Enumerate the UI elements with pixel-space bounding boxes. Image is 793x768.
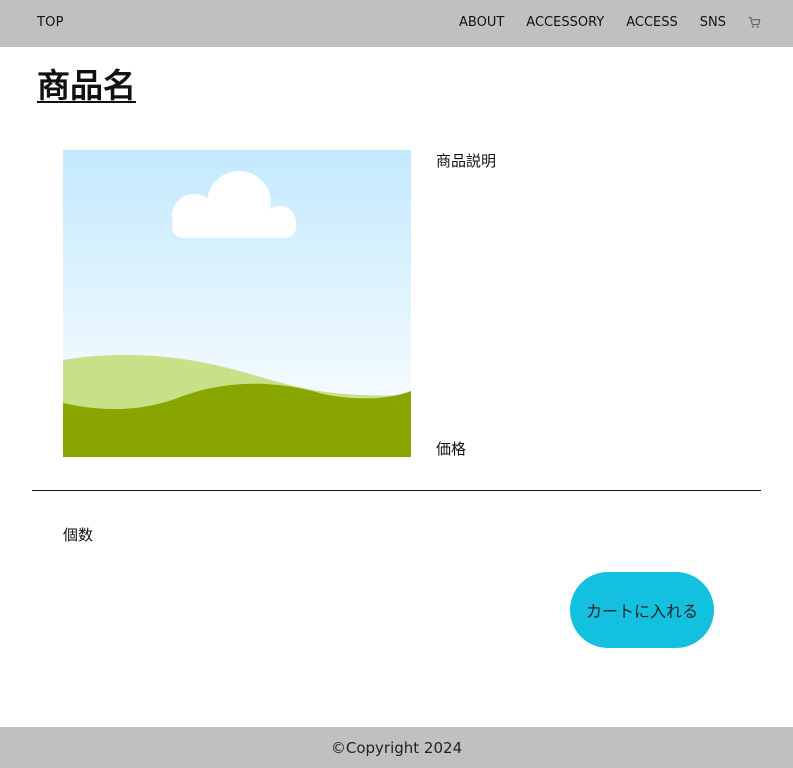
site-header: TOP ABOUT ACCESSORY ACCESS SNS xyxy=(0,0,793,47)
product-title: 商品名 xyxy=(37,66,136,105)
site-footer: ©Copyright 2024 xyxy=(0,727,793,768)
page: TOP ABOUT ACCESSORY ACCESS SNS 商品名 商品説明 … xyxy=(0,0,793,768)
main-nav: ABOUT ACCESSORY ACCESS SNS xyxy=(437,15,761,30)
top-link[interactable]: TOP xyxy=(37,15,64,30)
product-price-label: 価格 xyxy=(436,440,467,458)
nav-item-accessory[interactable]: ACCESSORY xyxy=(526,15,604,30)
copyright-text: ©Copyright 2024 xyxy=(330,738,463,757)
product-description-label: 商品説明 xyxy=(436,152,497,170)
nav-item-about[interactable]: ABOUT xyxy=(459,15,504,30)
section-divider xyxy=(32,490,761,491)
add-to-cart-button[interactable]: カートに入れる xyxy=(570,572,714,648)
nav-item-access[interactable]: ACCESS xyxy=(626,15,678,30)
product-image xyxy=(63,150,411,457)
cart-icon[interactable] xyxy=(748,16,761,29)
quantity-label: 個数 xyxy=(63,526,94,544)
nav-item-sns[interactable]: SNS xyxy=(700,15,726,30)
